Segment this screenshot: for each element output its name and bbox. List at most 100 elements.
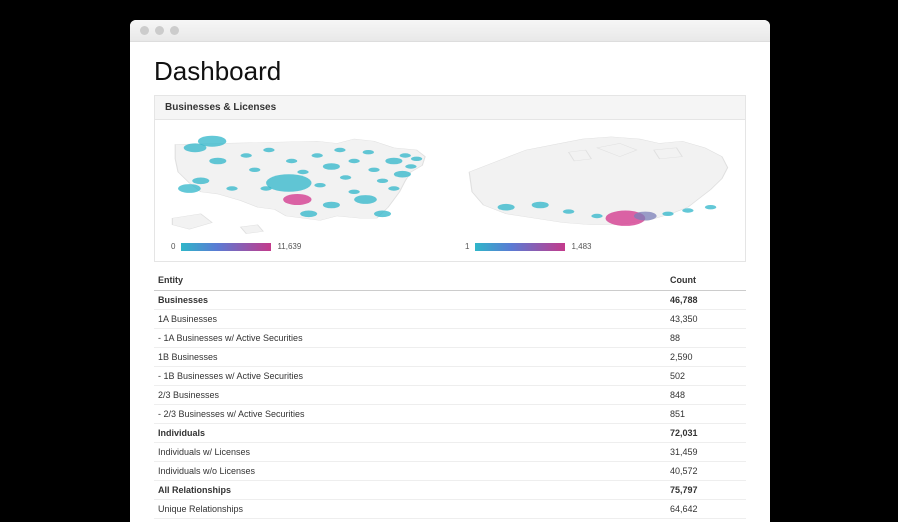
map-bubble[interactable] — [348, 190, 359, 194]
table-row[interactable]: 2/3 Businesses848 — [154, 386, 746, 405]
map-bubble[interactable] — [340, 175, 351, 179]
map-us[interactable]: 0 11,639 — [161, 128, 445, 251]
entity-cell: Individuals w/o Licenses — [154, 462, 666, 481]
map-bubble[interactable] — [354, 195, 377, 204]
table-row[interactable]: - 2/3 Businesses w/ Active Securities851 — [154, 405, 746, 424]
map-bubble[interactable] — [300, 211, 317, 218]
map-bubble[interactable] — [209, 158, 226, 165]
map-bubble[interactable] — [312, 153, 323, 157]
table-row[interactable]: - 1B Businesses w/ Active Securities502 — [154, 367, 746, 386]
count-cell: 46,788 — [666, 291, 746, 310]
entity-cell: 1A Businesses — [154, 310, 666, 329]
zoom-icon[interactable] — [170, 26, 179, 35]
legend-ca: 1 1,483 — [455, 242, 739, 251]
maps-row: 0 11,639 1 1,483 — [154, 120, 746, 262]
map-bubble[interactable] — [377, 179, 388, 183]
map-bubble[interactable] — [498, 204, 515, 211]
entity-cell: 1B Businesses — [154, 348, 666, 367]
count-cell: 40,572 — [666, 462, 746, 481]
table-row[interactable]: 1B Businesses2,590 — [154, 348, 746, 367]
map-bubble[interactable] — [226, 186, 237, 190]
map-us-canvas — [161, 128, 445, 238]
page-content: Dashboard Businesses & Licenses 0 11,639 — [130, 42, 770, 522]
page-title: Dashboard — [154, 56, 746, 87]
entity-cell: - 1A Businesses w/ Active Securities — [154, 329, 666, 348]
entity-cell: Businesses — [154, 291, 666, 310]
map-bubble[interactable] — [394, 171, 411, 178]
map-bubble[interactable] — [563, 209, 574, 213]
map-bubble[interactable] — [334, 148, 345, 152]
map-bubble[interactable] — [682, 208, 693, 212]
table-row[interactable]: 1A Businesses43,350 — [154, 310, 746, 329]
count-cell: 851 — [666, 405, 746, 424]
entity-cell: All Relationships — [154, 481, 666, 500]
table-row[interactable]: Businesses46,788 — [154, 291, 746, 310]
entity-cell: - 1B Businesses w/ Active Securities — [154, 367, 666, 386]
map-bubble[interactable] — [348, 159, 359, 163]
map-bubble[interactable] — [286, 159, 297, 163]
count-cell: 2,590 — [666, 348, 746, 367]
window-titlebar — [130, 20, 770, 42]
map-bubble[interactable] — [405, 164, 416, 168]
map-bubble[interactable] — [241, 153, 252, 157]
entity-cell: Unique Relationships — [154, 500, 666, 519]
map-bubble[interactable] — [266, 174, 311, 192]
map-bubble[interactable] — [634, 212, 657, 221]
map-bubble[interactable] — [314, 183, 325, 187]
browser-window: Dashboard Businesses & Licenses 0 11,639 — [130, 20, 770, 522]
us-map-svg — [161, 128, 445, 238]
map-bubble[interactable] — [297, 170, 308, 174]
map-bubble[interactable] — [198, 136, 226, 147]
count-cell: 88 — [666, 329, 746, 348]
minimize-icon[interactable] — [155, 26, 164, 35]
count-cell: 848 — [666, 386, 746, 405]
count-cell: 72,031 — [666, 424, 746, 443]
table-row[interactable]: All Relationships75,797 — [154, 481, 746, 500]
table-row[interactable]: Individuals w/o Licenses40,572 — [154, 462, 746, 481]
count-cell: 75,797 — [666, 481, 746, 500]
legend-us: 0 11,639 — [161, 242, 445, 251]
entity-cell: 2/3 Businesses — [154, 386, 666, 405]
table-row[interactable]: Individuals w/ Licenses31,459 — [154, 443, 746, 462]
entity-cell: All Business to Business Relationships — [154, 519, 666, 522]
count-cell: 31,459 — [666, 443, 746, 462]
map-bubble[interactable] — [591, 214, 602, 218]
map-bubble[interactable] — [323, 163, 340, 170]
map-bubble[interactable] — [385, 158, 402, 165]
map-bubble[interactable] — [662, 212, 673, 216]
count-cell: 4,792 — [666, 519, 746, 522]
legend-us-max: 11,639 — [277, 242, 301, 251]
panel-heading: Businesses & Licenses — [154, 95, 746, 120]
legend-gradient-icon — [475, 243, 565, 251]
map-bubble[interactable] — [192, 178, 209, 185]
entity-cell: Individuals — [154, 424, 666, 443]
legend-ca-max: 1,483 — [571, 242, 591, 251]
map-bubble[interactable] — [532, 202, 549, 209]
table-row[interactable]: - 1A Businesses w/ Active Securities88 — [154, 329, 746, 348]
map-bubble[interactable] — [283, 194, 311, 205]
col-count: Count — [666, 270, 746, 291]
map-canada[interactable]: 1 1,483 — [455, 128, 739, 251]
map-canada-canvas — [455, 128, 739, 238]
map-bubble[interactable] — [363, 150, 374, 154]
map-bubble[interactable] — [374, 211, 391, 218]
map-bubble[interactable] — [400, 153, 411, 157]
legend-gradient-icon — [181, 243, 271, 251]
map-bubble[interactable] — [368, 168, 379, 172]
map-bubble[interactable] — [249, 168, 260, 172]
table-row[interactable]: Individuals72,031 — [154, 424, 746, 443]
map-bubble[interactable] — [178, 184, 201, 193]
count-cell: 43,350 — [666, 310, 746, 329]
entity-cell: - 2/3 Businesses w/ Active Securities — [154, 405, 666, 424]
col-entity: Entity — [154, 270, 666, 291]
legend-us-min: 0 — [171, 242, 175, 251]
map-bubble[interactable] — [323, 202, 340, 209]
canada-map-svg — [455, 128, 739, 238]
map-bubble[interactable] — [388, 186, 399, 190]
close-icon[interactable] — [140, 26, 149, 35]
map-bubble[interactable] — [263, 148, 274, 152]
map-bubble[interactable] — [705, 205, 716, 209]
map-bubble[interactable] — [411, 157, 422, 161]
table-row[interactable]: All Business to Business Relationships4,… — [154, 519, 746, 522]
table-row[interactable]: Unique Relationships64,642 — [154, 500, 746, 519]
